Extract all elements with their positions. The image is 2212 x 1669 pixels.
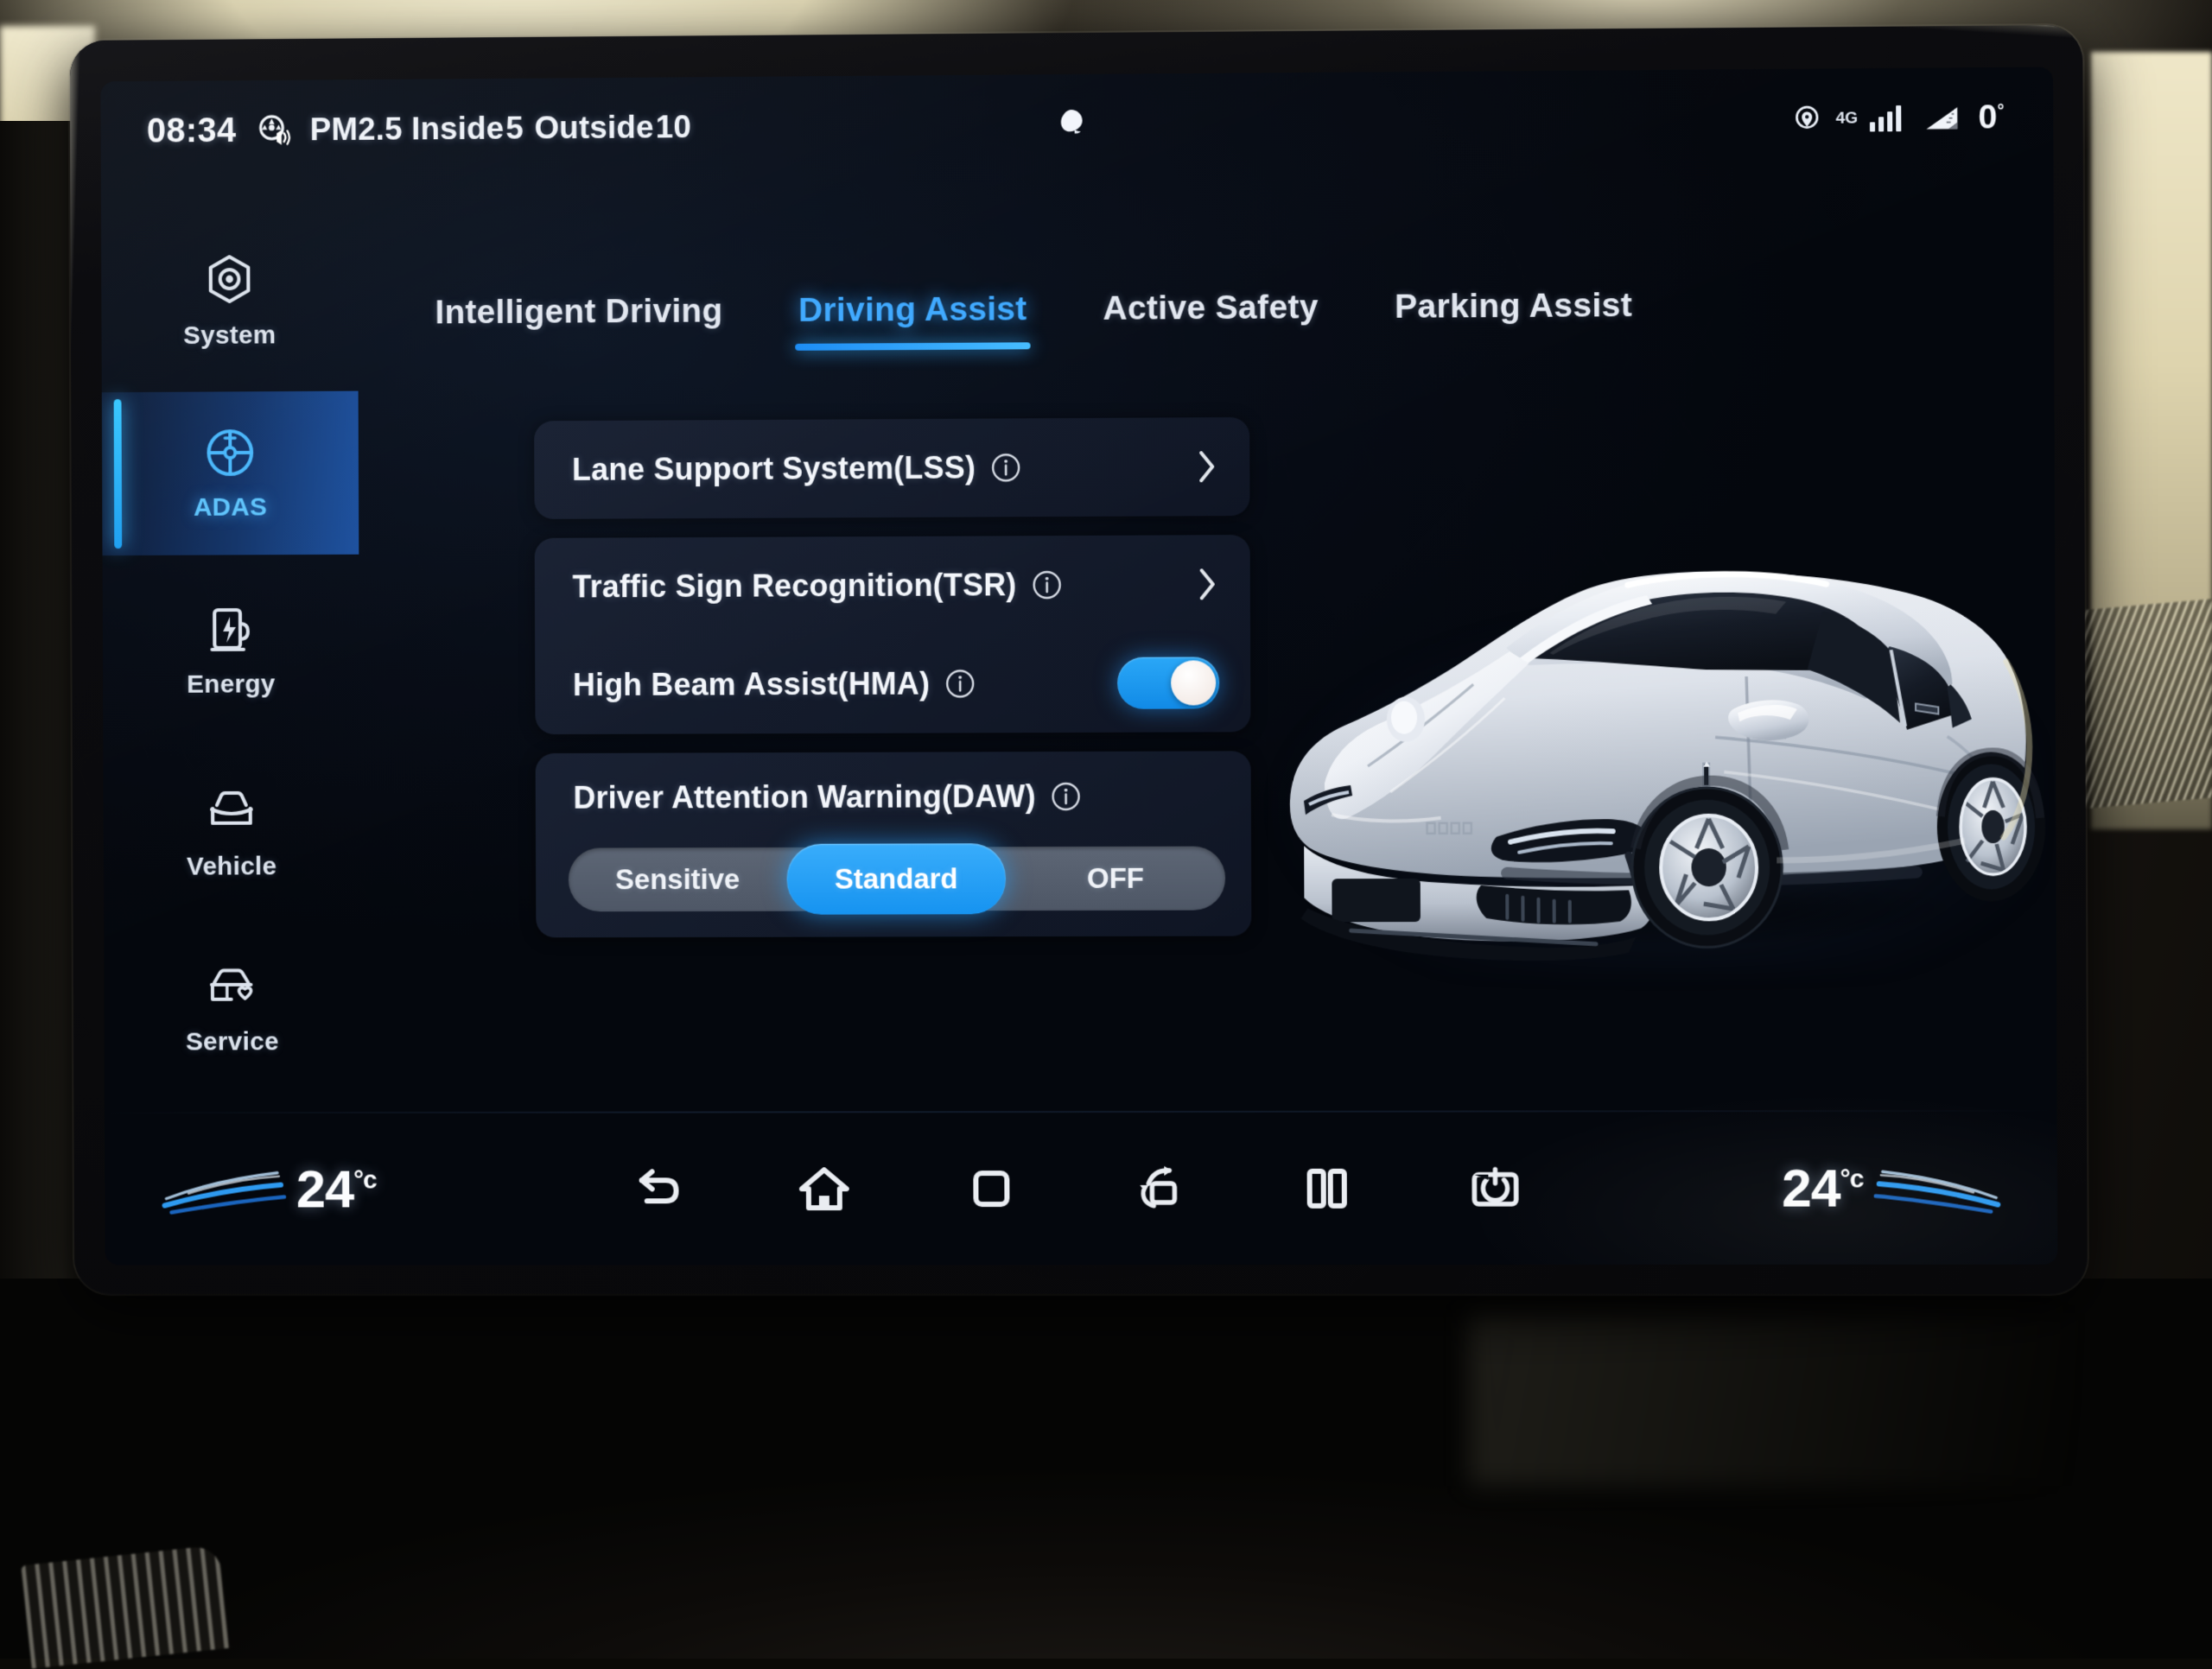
- head-unit-display: 08:34 P: [70, 25, 2088, 1294]
- steering-wheel-icon: [202, 424, 259, 481]
- setting-label: Lane Support System(LSS): [572, 450, 976, 488]
- chevron-right-icon[interactable]: [1197, 565, 1219, 603]
- setting-row-daw: Driver Attention Warning(DAW): [536, 751, 1251, 842]
- info-circle-icon[interactable]: [991, 453, 1020, 482]
- sidebar-nav: System ADAS: [101, 180, 361, 1127]
- driver-temp-value: 24°c: [296, 1158, 377, 1220]
- sidebar-item-energy[interactable]: Energy: [103, 568, 360, 733]
- vehicle-illustration: [1219, 475, 2057, 999]
- info-circle-icon[interactable]: [945, 669, 975, 698]
- setting-row-lss[interactable]: Lane Support System(LSS): [534, 417, 1249, 519]
- back-arrow-icon[interactable]: [630, 1161, 685, 1216]
- bottom-nav-bar: 24°c: [105, 1112, 2057, 1265]
- system-nav-icons: [630, 1161, 1523, 1217]
- inside-value: 5: [505, 111, 524, 146]
- info-circle-icon[interactable]: [1052, 782, 1081, 811]
- setting-label: Traffic Sign Recognition(TSR): [572, 567, 1016, 605]
- hexagon-gear-icon: [201, 252, 258, 309]
- sidebar-item-adas[interactable]: ADAS: [102, 391, 359, 556]
- charging-station-icon: [202, 601, 259, 658]
- notification-dot-icon[interactable]: [1053, 104, 1090, 140]
- floor-vent: [21, 1545, 229, 1668]
- sidebar-item-label: Service: [186, 1027, 279, 1057]
- inside-label: Inside: [411, 111, 504, 147]
- split-screen-icon[interactable]: [1300, 1161, 1355, 1216]
- airflow-swoosh-icon: [1872, 1158, 2004, 1218]
- pm25-purifier-icon: [253, 111, 293, 150]
- airflow-swoosh-icon: [159, 1159, 288, 1220]
- signal-bars-icon: [1870, 105, 1901, 131]
- tab-parking-assist[interactable]: Parking Assist: [1357, 287, 1671, 347]
- air-quality-readout: PM2.5 Inside5 Outside10: [310, 109, 693, 148]
- info-circle-icon[interactable]: [1032, 570, 1061, 600]
- tab-bar: Intelligent Driving Driving Assist Activ…: [410, 287, 1671, 353]
- sidebar-item-vehicle[interactable]: Vehicle: [103, 751, 360, 915]
- status-bar-left: 08:34 P: [147, 107, 693, 150]
- sidebar-item-label: ADAS: [194, 493, 267, 523]
- settings-card: Driver Attention Warning(DAW) Sensitive: [536, 751, 1252, 937]
- car-front-icon: [203, 784, 260, 841]
- outside-value: 10: [656, 109, 692, 144]
- status-bar-right: 4G 0°: [1792, 98, 2005, 138]
- sidebar-item-service[interactable]: Service: [104, 926, 361, 1090]
- daw-segmented-wrapper: Sensitive Standard OFF: [536, 841, 1251, 937]
- screen-power-off-icon[interactable]: [1467, 1161, 1523, 1216]
- network-type-label: 4G: [1835, 109, 1858, 128]
- setting-label: High Beam Assist(HMA): [573, 666, 930, 703]
- display-bezel: 08:34 P: [70, 25, 2088, 1294]
- settings-panel: Lane Support System(LSS): [534, 417, 1251, 956]
- setting-row-tsr[interactable]: Traffic Sign Recognition(TSR): [535, 535, 1250, 636]
- daw-segmented-control: Sensitive Standard OFF: [569, 847, 1225, 912]
- home-icon[interactable]: [797, 1161, 852, 1216]
- location-pin-icon: [1792, 105, 1821, 134]
- daw-option-off[interactable]: OFF: [1006, 847, 1225, 911]
- sidebar-item-label: Energy: [187, 670, 276, 700]
- car-heart-icon: [204, 959, 261, 1016]
- setting-row-hma[interactable]: High Beam Assist(HMA): [535, 633, 1250, 734]
- speaker-grille: [2078, 599, 2212, 809]
- high-beam-assist-toggle[interactable]: [1117, 657, 1219, 708]
- sidebar-item-label: System: [183, 321, 276, 351]
- clock: 08:34: [147, 111, 237, 150]
- air-quality-prefix: PM2.5: [310, 111, 403, 148]
- sidebar-item-system[interactable]: System: [101, 219, 359, 384]
- daw-option-sensitive[interactable]: Sensitive: [569, 847, 787, 911]
- setting-label: Driver Attention Warning(DAW): [573, 778, 1035, 816]
- passenger-temperature-control[interactable]: 24°c: [1782, 1158, 2003, 1220]
- tab-intelligent-driving[interactable]: Intelligent Driving: [410, 292, 761, 352]
- tab-active-safety[interactable]: Active Safety: [1065, 289, 1357, 349]
- tab-driving-assist[interactable]: Driving Assist: [760, 290, 1065, 351]
- settings-card: Lane Support System(LSS): [534, 417, 1249, 519]
- slope-incline-icon: [1924, 101, 1965, 135]
- screen-rotate-icon[interactable]: [1131, 1161, 1186, 1216]
- driver-temperature-control[interactable]: 24°c: [159, 1158, 376, 1220]
- sidebar-item-label: Vehicle: [187, 852, 277, 881]
- screen-surface: 08:34 P: [100, 67, 2057, 1266]
- toggle-knob: [1171, 660, 1216, 705]
- vehicle-render: [1219, 475, 2057, 999]
- settings-card: Traffic Sign Recognition(TSR): [535, 535, 1251, 734]
- recent-apps-square-icon[interactable]: [963, 1161, 1019, 1216]
- slope-value: 0°: [1978, 98, 2004, 136]
- outside-label: Outside: [534, 110, 653, 146]
- daw-option-standard[interactable]: Standard: [786, 843, 1006, 915]
- passenger-temp-value: 24°c: [1782, 1158, 1864, 1219]
- console-reflection: [1469, 1313, 2074, 1486]
- chevron-right-icon[interactable]: [1196, 447, 1218, 485]
